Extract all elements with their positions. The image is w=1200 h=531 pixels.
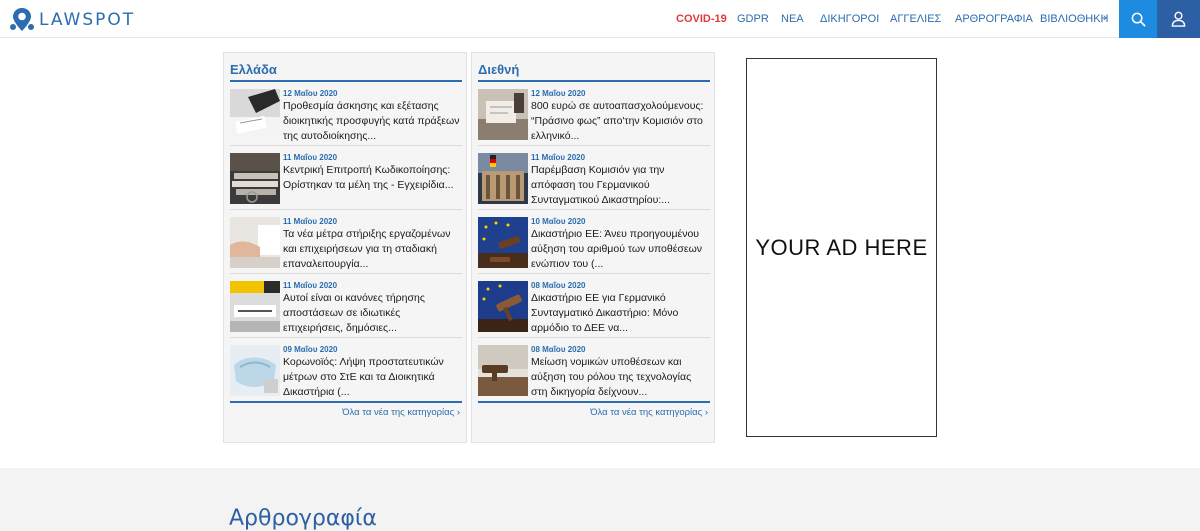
news-thumbnail[interactable] (478, 153, 528, 204)
panel-title[interactable]: Ελλάδα (230, 62, 277, 77)
panel-title[interactable]: Διεθνή (478, 62, 519, 77)
nav-more-chevron-icon[interactable]: › (1103, 12, 1107, 24)
ad-text: YOUR AD HERE (755, 234, 928, 260)
nav-articles[interactable]: ΑΡΘΡΟΓΡΑΦΙΑ (955, 13, 1033, 25)
search-icon (1131, 12, 1145, 26)
more-news-link[interactable]: Όλα τα νέα της κατηγορίας › (590, 407, 708, 418)
divider (230, 401, 462, 403)
nav-news[interactable]: ΝΕΑ (781, 13, 804, 25)
news-thumbnail[interactable] (230, 281, 280, 332)
news-date: 11 Μαΐου 2020 (283, 281, 338, 290)
section-heading[interactable]: Αρθρογραφία (229, 506, 377, 531)
news-date: 10 Μαΐου 2020 (531, 217, 586, 226)
news-headline[interactable]: Αυτοί είναι οι κανόνες τήρησης αποστάσεω… (283, 291, 462, 336)
news-thumbnail[interactable] (478, 345, 528, 396)
ad-banner[interactable]: YOUR AD HERE (746, 58, 937, 437)
nav-library[interactable]: ΒΙΒΛΙΟΘΗΚΗ (1040, 13, 1108, 25)
main-nav: COVID-19 GDPR ΝΕΑ ΔΙΚΗΓΟΡΟΙ ΑΓΓΕΛΙΕΣ ΑΡΘ… (0, 0, 1200, 38)
news-item[interactable]: 09 Μαΐου 2020 Κορωνοϊός: Λήψη προστατευτ… (230, 339, 462, 402)
user-account-button[interactable] (1157, 0, 1200, 38)
news-panel-international: Διεθνή 12 Μαΐου 2020 800 ευρώ σε αυτοαπα… (471, 52, 715, 443)
news-headline[interactable]: Τα νέα μέτρα στήριξης εργαζομένων και επ… (283, 227, 462, 272)
news-headline[interactable]: Κεντρική Επιτροπή Κωδικοποίησης: Ορίστηκ… (283, 163, 462, 208)
news-item[interactable]: 11 Μαΐου 2020 Κεντρική Επιτροπή Κωδικοπο… (230, 147, 462, 210)
news-thumbnail[interactable] (478, 217, 528, 268)
news-item[interactable]: 10 Μαΐου 2020 Δικαστήριο ΕΕ: Άνευ προηγο… (478, 211, 710, 274)
news-thumbnail[interactable] (230, 153, 280, 204)
news-date: 12 Μαΐου 2020 (283, 89, 338, 98)
news-item[interactable]: 12 Μαΐου 2020 800 ευρώ σε αυτοαπασχολούμ… (478, 83, 710, 146)
news-date: 11 Μαΐου 2020 (283, 217, 338, 226)
nav-covid-19[interactable]: COVID-19 (676, 13, 727, 25)
news-date: 12 Μαΐου 2020 (531, 89, 586, 98)
more-news-link[interactable]: Όλα τα νέα της κατηγορίας › (342, 407, 460, 418)
news-thumbnail[interactable] (230, 89, 280, 140)
news-thumbnail[interactable] (230, 217, 280, 268)
news-headline[interactable]: Δικαστήριο ΕΕ: Άνευ προηγουμένου αύξηση … (531, 227, 710, 272)
articles-section: Αρθρογραφία (0, 468, 1200, 531)
news-item[interactable]: 11 Μαΐου 2020 Αυτοί είναι οι κανόνες τήρ… (230, 275, 462, 338)
news-headline[interactable]: Δικαστήριο ΕΕ για Γερμανικό Συνταγματικό… (531, 291, 710, 336)
divider (478, 80, 710, 82)
news-date: 11 Μαΐου 2020 (531, 153, 586, 162)
news-item[interactable]: 08 Μαΐου 2020 Μείωση νομικών υποθέσεων κ… (478, 339, 710, 402)
news-headline[interactable]: Παρέμβαση Κομισιόν για την απόφαση του Γ… (531, 163, 710, 208)
news-item[interactable]: 11 Μαΐου 2020 Παρέμβαση Κομισιόν για την… (478, 147, 710, 210)
news-thumbnail[interactable] (478, 89, 528, 140)
news-panel-greece: Ελλάδα 12 Μαΐου 2020 Προθεσμία άσκησης κ… (223, 52, 467, 443)
search-button[interactable] (1119, 0, 1157, 38)
news-date: 09 Μαΐου 2020 (283, 345, 338, 354)
news-headline[interactable]: 800 ευρώ σε αυτοαπασχολούμενους: “Πράσιν… (531, 99, 710, 144)
divider (230, 80, 462, 82)
nav-lawyers[interactable]: ΔΙΚΗΓΟΡΟΙ (820, 13, 879, 25)
news-date: 08 Μαΐου 2020 (531, 345, 586, 354)
user-icon (1171, 11, 1186, 27)
news-item[interactable]: 08 Μαΐου 2020 Δικαστήριο ΕΕ για Γερμανικ… (478, 275, 710, 338)
site-header: LAWSPOT COVID-19 GDPR ΝΕΑ ΔΙΚΗΓΟΡΟΙ ΑΓΓΕ… (0, 0, 1200, 38)
news-date: 11 Μαΐου 2020 (283, 153, 338, 162)
news-headline[interactable]: Μείωση νομικών υποθέσεων και αύξηση του … (531, 355, 710, 400)
nav-gdpr[interactable]: GDPR (737, 13, 769, 25)
news-item[interactable]: 11 Μαΐου 2020 Τα νέα μέτρα στήριξης εργα… (230, 211, 462, 274)
news-headline[interactable]: Προθεσμία άσκησης και εξέτασης διοικητικ… (283, 99, 462, 144)
news-headline[interactable]: Κορωνοϊός: Λήψη προστατευτικών μέτρων στ… (283, 355, 462, 400)
divider (478, 401, 710, 403)
nav-classifieds[interactable]: ΑΓΓΕΛΙΕΣ (890, 13, 941, 25)
news-item[interactable]: 12 Μαΐου 2020 Προθεσμία άσκησης και εξέτ… (230, 83, 462, 146)
news-thumbnail[interactable] (230, 345, 280, 396)
news-date: 08 Μαΐου 2020 (531, 281, 586, 290)
news-thumbnail[interactable] (478, 281, 528, 332)
